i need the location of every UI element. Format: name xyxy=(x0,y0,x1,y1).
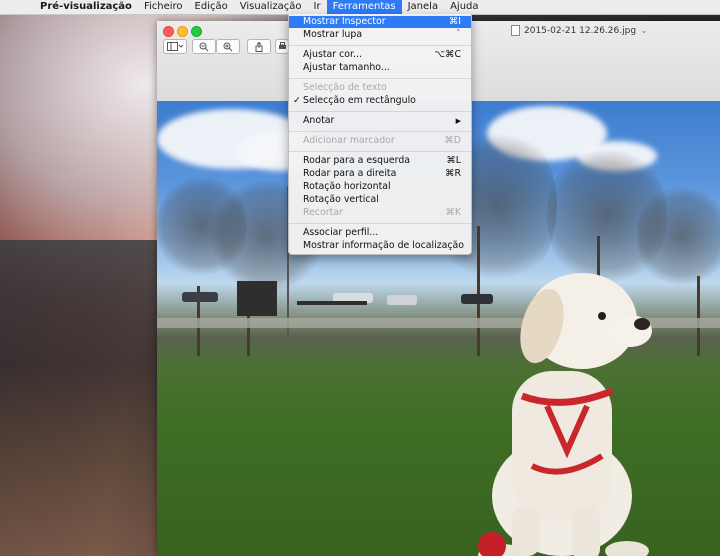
menu-separator xyxy=(289,78,471,79)
menu-item-shortcut: ⌘R xyxy=(445,168,461,179)
puppy xyxy=(478,273,652,556)
menu-ajuda[interactable]: Ajuda xyxy=(444,0,484,14)
menu-item-label: Ajustar tamanho... xyxy=(303,62,390,73)
menu-edicao[interactable]: Edição xyxy=(189,0,234,14)
menu-item-label: Ajustar cor... xyxy=(303,49,362,60)
zoom-out-button[interactable] xyxy=(192,39,216,54)
minimize-window-button[interactable] xyxy=(177,26,188,37)
menu-item-recortar: Recortar ⌘K xyxy=(289,207,471,219)
menu-item-label: Associar perfil... xyxy=(303,227,379,238)
menu-item-shortcut: ⌘K xyxy=(445,207,461,218)
menu-item-adicionar-marcador: Adicionar marcador ⌘D xyxy=(289,135,471,147)
menu-item-ajustar-tamanho[interactable]: Ajustar tamanho... xyxy=(289,62,471,74)
fullscreen-window-button[interactable] xyxy=(191,26,202,37)
menu-item-rodar-esquerda[interactable]: Rodar para a esquerda ⌘L xyxy=(289,155,471,167)
menu-separator xyxy=(289,151,471,152)
sidebar-toggle-icon xyxy=(167,42,183,51)
share-icon xyxy=(255,41,263,52)
menu-janela[interactable]: Janela xyxy=(402,0,444,14)
menu-item-label: Anotar xyxy=(303,115,335,126)
tree-trunk xyxy=(697,276,700,356)
zoom-in-button[interactable] xyxy=(216,39,240,54)
menu-item-seleccao-rectangulo[interactable]: ✓ Selecção em rectângulo xyxy=(289,95,471,107)
menu-item-shortcut: ` xyxy=(456,29,461,40)
menu-item-seleccao-texto: Selecção de texto xyxy=(289,82,471,94)
menu-item-label: Rodar para a esquerda xyxy=(303,155,411,166)
wallpaper-rock xyxy=(0,240,160,556)
menu-item-shortcut: ⌘L xyxy=(446,155,461,166)
checkmark-icon: ✓ xyxy=(293,95,301,106)
menu-item-label: Rotação horizontal xyxy=(303,181,391,192)
print-icon xyxy=(278,42,286,49)
sidebar-toggle-button[interactable] xyxy=(163,39,187,54)
parked-car xyxy=(182,292,218,302)
menu-ficheiro[interactable]: Ficheiro xyxy=(138,0,189,14)
menu-ferramentas[interactable]: Ferramentas xyxy=(326,0,402,14)
window-title: 2015-02-21 12.26.26.jpg ⌄ xyxy=(511,25,648,36)
menu-visualizacao[interactable]: Visualização xyxy=(234,0,308,14)
document-icon xyxy=(511,25,520,36)
menu-item-rotacao-horizontal[interactable]: Rotação horizontal xyxy=(289,181,471,193)
menu-item-label: Rotação vertical xyxy=(303,194,379,205)
menu-item-associar-perfil[interactable]: Associar perfil... xyxy=(289,227,471,239)
menu-item-ajustar-cor[interactable]: Ajustar cor... ⌥⌘C xyxy=(289,49,471,61)
menu-bar: Pré-visualização Ficheiro Edição Visuali… xyxy=(0,0,720,15)
zoom-out-icon xyxy=(199,42,209,51)
menu-separator xyxy=(289,45,471,46)
menu-item-label: Mostrar Inspector xyxy=(303,16,386,27)
menu-item-label: Mostrar informação de localização xyxy=(303,240,465,251)
menu-item-mostrar-localizacao[interactable]: Mostrar informação de localização xyxy=(289,240,471,252)
print-button[interactable] xyxy=(275,39,289,54)
bench xyxy=(297,301,367,305)
menu-item-anotar[interactable]: Anotar ▶ xyxy=(289,115,471,127)
menu-app-name[interactable]: Pré-visualização xyxy=(34,0,138,14)
menu-item-label: Rodar para a direita xyxy=(303,168,397,179)
menu-item-label: Selecção de texto xyxy=(303,82,387,93)
menu-item-rodar-direita[interactable]: Rodar para a direita ⌘R xyxy=(289,168,471,180)
menu-separator xyxy=(289,131,471,132)
menu-ir[interactable]: Ir xyxy=(308,0,327,14)
menu-item-label: Adicionar marcador xyxy=(303,135,395,146)
menu-separator xyxy=(289,111,471,112)
menu-item-label: Mostrar lupa xyxy=(303,29,363,40)
parked-car xyxy=(387,295,417,305)
menu-item-mostrar-lupa[interactable]: Mostrar lupa ` xyxy=(289,29,471,41)
zoom-in-icon xyxy=(223,42,233,51)
submenu-arrow-icon: ▶ xyxy=(455,117,461,125)
ferramentas-dropdown-menu: Mostrar Inspector ⌘I Mostrar lupa ` Ajus… xyxy=(288,14,472,255)
bench xyxy=(237,281,277,316)
menu-item-label: Recortar xyxy=(303,207,343,218)
menu-item-label: Selecção em rectângulo xyxy=(303,95,416,106)
menu-separator xyxy=(289,223,471,224)
menu-item-mostrar-inspector[interactable]: Mostrar Inspector ⌘I xyxy=(289,16,471,28)
title-chevron-icon[interactable]: ⌄ xyxy=(640,26,648,36)
menu-item-shortcut: ⌥⌘C xyxy=(434,49,461,60)
close-window-button[interactable] xyxy=(163,26,174,37)
window-title-text: 2015-02-21 12.26.26.jpg xyxy=(524,25,637,36)
menu-item-shortcut: ⌘D xyxy=(444,135,461,146)
menu-item-rotacao-vertical[interactable]: Rotação vertical xyxy=(289,194,471,206)
menu-item-shortcut: ⌘I xyxy=(448,16,461,27)
share-button[interactable] xyxy=(247,39,271,54)
